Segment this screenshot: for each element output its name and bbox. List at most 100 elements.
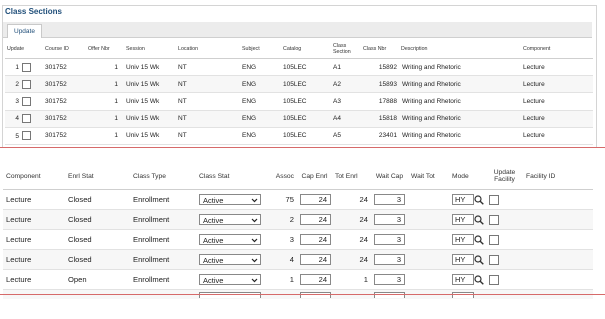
mode-input[interactable]: HY: [452, 194, 474, 205]
course-id: 301752: [43, 92, 86, 111]
section-title: Class Sections: [5, 7, 62, 16]
wait-cap-input[interactable]: 3: [374, 254, 405, 265]
wait-cap-input[interactable]: 3: [374, 194, 405, 205]
update-facility-checkbox[interactable]: [489, 274, 499, 285]
tot-enrl: 24: [332, 249, 371, 270]
table-row: Lecture Closed Enrollment Active 3 24 24 3 HY: [3, 229, 593, 250]
update-facility-checkbox[interactable]: [489, 254, 499, 265]
class-stat-value: Active: [203, 236, 224, 245]
subject: ENG: [240, 110, 281, 128]
mode-cell: HY: [449, 209, 486, 230]
session: Univ 15 Wk: [124, 127, 176, 145]
subject: ENG: [240, 92, 281, 111]
wait-cap-input[interactable]: 3: [374, 214, 405, 225]
update-checkbox[interactable]: [22, 131, 31, 141]
column-header: Update Facility: [486, 163, 523, 190]
tot-enrl: 24: [332, 229, 371, 250]
class-stat-select[interactable]: [199, 292, 261, 298]
cap-enrl-input[interactable]: 24: [300, 274, 331, 285]
mode-input[interactable]: HY: [452, 234, 474, 245]
catalog: 105LEC: [281, 58, 331, 77]
mode-cell: HY: [449, 249, 486, 270]
row-select-cell: 5: [5, 127, 43, 145]
subject: ENG: [240, 58, 281, 77]
class-stat-cell: Active: [196, 269, 267, 290]
wait-cap-input[interactable]: [374, 292, 405, 298]
update-facility-cell: [486, 249, 523, 270]
search-icon[interactable]: [474, 194, 484, 205]
catalog: 105LEC: [281, 127, 331, 145]
facility-id: [523, 209, 593, 230]
enrl-stat: Closed: [65, 189, 130, 210]
update-facility-checkbox[interactable]: [489, 234, 499, 245]
column-header: Wait Cap: [371, 163, 408, 190]
cap-enrl-input[interactable]: 24: [300, 214, 331, 225]
update-facility-checkbox[interactable]: [489, 194, 499, 205]
cap-enrl-input[interactable]: 24: [300, 194, 331, 205]
column-header: Session: [124, 39, 176, 59]
column-header: Class Section: [331, 39, 361, 59]
update-checkbox[interactable]: [22, 62, 31, 72]
cap-enrl-input[interactable]: 24: [300, 254, 331, 265]
mode-cell: HY: [449, 229, 486, 250]
class-sections-table: Update Course ID Offer Nbr Session Location S…: [5, 39, 593, 145]
description: Writing and Rhetoric: [399, 110, 521, 128]
class-stat-select[interactable]: Active: [199, 234, 261, 245]
enrl-stat: Closed: [65, 209, 130, 230]
update-facility-cell: [486, 269, 523, 290]
wait-cap-input[interactable]: 3: [374, 274, 405, 285]
mode-cell: HY: [449, 269, 486, 290]
column-header: Location: [176, 39, 240, 59]
class-stat-select[interactable]: Active: [199, 194, 261, 205]
update-checkbox[interactable]: [22, 79, 31, 89]
offer-nbr: 1: [86, 92, 124, 111]
offer-nbr: 1: [86, 58, 124, 77]
wait-cap-cell: 3: [371, 229, 408, 250]
table-row: 5 301752 1 Univ 15 Wk NT ENG 105LEC A5 23401 Writ…: [5, 127, 593, 145]
search-icon[interactable]: [474, 214, 484, 225]
update-facility-checkbox[interactable]: [489, 214, 499, 225]
wait-cap-input[interactable]: 3: [374, 234, 405, 245]
component: Lecture: [3, 269, 65, 290]
session: Univ 15 Wk: [124, 110, 176, 128]
section-divider: [0, 294, 605, 295]
mode-input[interactable]: HY: [452, 254, 474, 265]
facility-id: [523, 249, 593, 270]
description: Writing and Rhetoric: [399, 58, 521, 77]
mode-input[interactable]: [452, 292, 474, 298]
enrl-stat: Closed: [65, 249, 130, 270]
column-header: Component: [3, 163, 65, 190]
cap-enrl-input[interactable]: [300, 292, 331, 298]
location: NT: [176, 127, 240, 145]
table-header-row: Update Course ID Offer Nbr Session Location S…: [5, 39, 593, 59]
class-stat-select[interactable]: Active: [199, 274, 261, 285]
column-header: Enrl Stat: [65, 163, 130, 190]
catalog: 105LEC: [281, 110, 331, 128]
location: NT: [176, 75, 240, 94]
column-header: Class Nbr: [361, 39, 399, 59]
search-icon[interactable]: [474, 254, 484, 265]
cap-enrl-input[interactable]: 24: [300, 234, 331, 245]
row-number: 3: [15, 98, 19, 106]
class-section: A3: [331, 92, 361, 111]
update-checkbox[interactable]: [22, 114, 31, 124]
row-number: 4: [15, 115, 19, 123]
class-stat-select[interactable]: Active: [199, 254, 261, 265]
class-stat-select[interactable]: Active: [199, 214, 261, 225]
mode-input[interactable]: HY: [452, 274, 474, 285]
update-checkbox[interactable]: [22, 96, 31, 106]
class-stat-cell: Active: [196, 229, 267, 250]
search-icon[interactable]: [474, 274, 484, 285]
search-icon[interactable]: [474, 234, 484, 245]
class-nbr: 17888: [361, 92, 399, 111]
mode-input[interactable]: HY: [452, 214, 474, 225]
class-nbr: 15893: [361, 75, 399, 94]
class-stat-cell: Active: [196, 249, 267, 270]
table-row: 2 301752 1 Univ 15 Wk NT ENG 105LEC A2 15893 Writ…: [5, 75, 593, 94]
tab-update[interactable]: Update: [7, 24, 42, 38]
wait-tot: [408, 209, 449, 230]
session: Univ 15 Wk: [124, 75, 176, 94]
description: Writing and Rhetoric: [399, 75, 521, 94]
assoc: 4: [267, 249, 297, 270]
chevron-down-icon: [251, 255, 258, 269]
